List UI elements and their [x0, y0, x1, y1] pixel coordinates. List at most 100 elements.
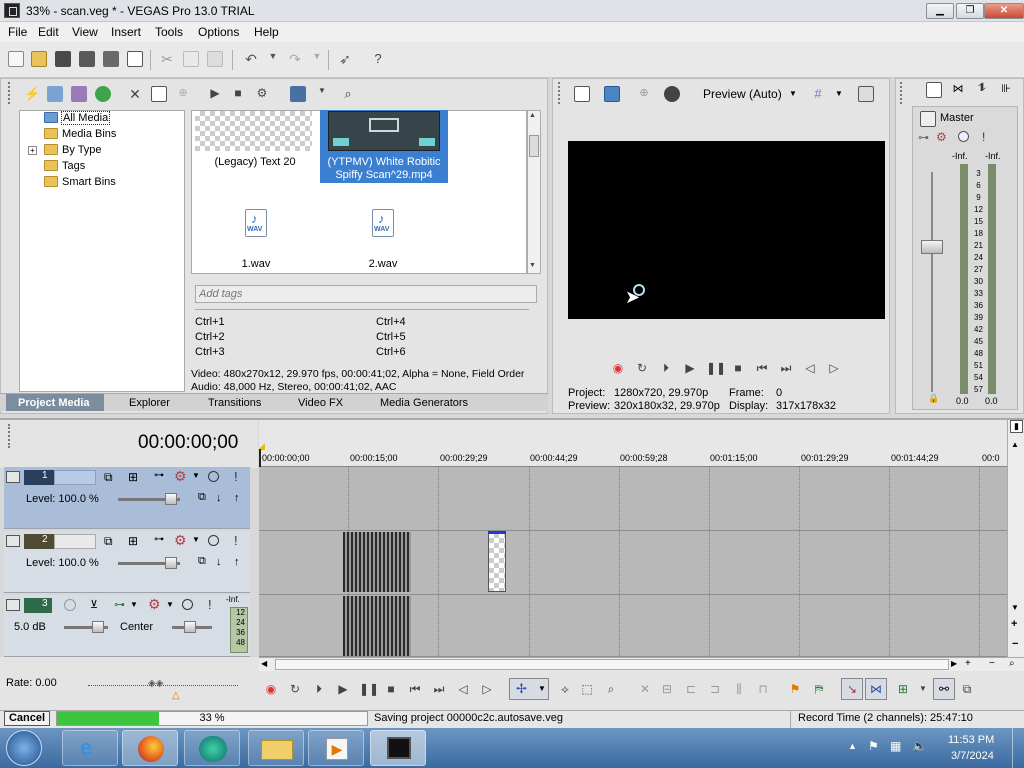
video-label-line1[interactable]: (YTPMV) White Robitic [320, 156, 448, 168]
fx-dropdown-icon[interactable]: ▼ [192, 535, 200, 544]
start-button[interactable] [6, 730, 42, 766]
views-dropdown-icon[interactable]: ▼ [314, 86, 330, 102]
taskbar-media-player[interactable]: ▶ [308, 730, 364, 766]
expand-by-type-icon[interactable]: + [28, 146, 37, 155]
cursor-icon[interactable]: ➶ [337, 51, 353, 67]
stop-preview-icon[interactable]: ■ [230, 86, 246, 102]
mute-icon[interactable] [208, 471, 219, 482]
scroll-right-icon[interactable]: ▶ [951, 659, 957, 668]
mixer-route-icon[interactable]: ⋈ [950, 82, 966, 98]
loop-playback-icon[interactable]: ↻ [287, 681, 303, 697]
scroll-down-icon[interactable]: ▼ [529, 262, 536, 269]
copy-icon[interactable] [183, 51, 199, 67]
track-automation-icon[interactable]: ⊶ [114, 598, 125, 611]
whats-this-icon[interactable]: ? [370, 51, 386, 67]
play-icon[interactable]: ▶ [682, 360, 698, 376]
track-motion-icon[interactable]: ⧉ [104, 534, 113, 549]
track-minimize-icon[interactable] [6, 599, 20, 611]
clock-date[interactable]: 3/7/2024 [951, 750, 994, 762]
properties-icon[interactable] [127, 51, 143, 67]
track-motion-icon[interactable]: ⧉ [104, 470, 113, 485]
master-fader-track[interactable] [931, 172, 933, 392]
fx-dropdown-icon[interactable]: ▼ [192, 471, 200, 480]
mute-icon[interactable] [182, 599, 193, 610]
minimize-button[interactable]: ▁ [926, 3, 954, 19]
start-preview-icon[interactable]: ▶ [207, 86, 223, 102]
action-center-flag-icon[interactable]: ⚑ [868, 739, 879, 753]
scroll-up-icon[interactable]: ▲ [1011, 440, 1019, 449]
track-minimize-icon[interactable] [6, 535, 20, 547]
go-to-start-icon[interactable]: ⏮ [407, 681, 423, 697]
vegas-app-icon[interactable] [4, 3, 20, 18]
overlays-icon[interactable]: # [810, 86, 826, 102]
menu-options[interactable]: Options [198, 25, 239, 39]
track-name-field[interactable] [54, 470, 96, 485]
redo-icon[interactable]: ↷ [287, 51, 303, 67]
solo-icon[interactable]: ! [234, 533, 238, 548]
next-frame-icon[interactable]: ▷ [479, 681, 495, 697]
capture-video-icon[interactable] [47, 86, 63, 102]
wav2-label[interactable]: 2.wav [357, 258, 409, 270]
envelope-tool-icon[interactable]: ⟡ [557, 681, 573, 697]
selection-tool-icon[interactable]: ⬚ [579, 681, 595, 697]
web-media-icon[interactable] [95, 86, 111, 102]
tree-item-smart-bins[interactable]: Smart Bins [62, 176, 116, 188]
go-to-start-icon[interactable]: ⏮ [754, 360, 770, 376]
preview-quality-label[interactable]: Preview (Auto) [703, 87, 782, 101]
mixer-downmix-icon[interactable]: ⥮ [974, 82, 990, 98]
timeline-hscroll[interactable]: ◀ ▶ + − ⌕ [259, 657, 1024, 671]
track-name-field[interactable] [54, 534, 96, 549]
tray-expand-icon[interactable]: ▲ [848, 741, 857, 751]
audio-fx-icon[interactable]: ⚙ [148, 596, 161, 613]
network-icon[interactable]: ▦ [890, 739, 901, 753]
auto-ripple-icon[interactable]: ⊞ [895, 681, 911, 697]
play-from-start-icon[interactable]: ⏵ [311, 681, 327, 697]
scroll-thumb[interactable] [529, 135, 539, 157]
clock-time[interactable]: 11:53 PM [948, 734, 994, 746]
video-label-line2[interactable]: Spiffy Scan^29.mp4 [320, 169, 448, 181]
external-monitor-icon[interactable] [604, 86, 620, 102]
menu-insert[interactable]: Insert [111, 25, 141, 39]
save-icon[interactable] [55, 51, 71, 67]
shortcut-ctrl3[interactable]: Ctrl+3 [195, 346, 225, 358]
video-clip-track2[interactable] [343, 532, 411, 592]
track-fx-chain-icon[interactable]: ⚙ [174, 468, 187, 485]
mixer-channels-icon[interactable]: ⊪ [998, 82, 1014, 98]
media-list-scrollbar[interactable]: ▲ ▼ [527, 110, 541, 274]
zoom-in-vertical-icon[interactable]: + [1011, 618, 1017, 630]
master-automation-icon[interactable]: ⊶ [918, 131, 929, 144]
zoom-out-time-icon[interactable]: − [989, 658, 995, 669]
next-frame-icon[interactable]: ▷ [826, 360, 842, 376]
wav-file-icon[interactable] [372, 209, 394, 237]
tab-project-media[interactable]: Project Media [6, 394, 104, 411]
preview-quality-dropdown-icon[interactable]: ▼ [789, 89, 797, 98]
stop-icon[interactable]: ■ [383, 681, 399, 697]
shortcut-ctrl6[interactable]: Ctrl+6 [376, 346, 406, 358]
mixer-properties-icon[interactable] [926, 82, 942, 98]
timeline-vscroll[interactable]: ▮ ▲ ▼ + − [1007, 420, 1024, 657]
video-thumbnail[interactable] [328, 111, 440, 151]
track-list-icon[interactable]: ▮ [1010, 420, 1023, 433]
composite-child-icon[interactable]: ⧉ [198, 491, 206, 504]
composite-child-icon[interactable]: ⧉ [198, 555, 206, 568]
open-icon[interactable] [31, 51, 47, 67]
shortcut-ctrl1[interactable]: Ctrl+1 [195, 316, 225, 328]
track-minimize-icon[interactable] [6, 471, 20, 483]
search-icon[interactable]: ⌕ [340, 86, 356, 102]
volume-slider-knob[interactable] [92, 621, 104, 633]
snapping-icon[interactable]: ↘ [841, 678, 863, 700]
close-button[interactable]: ✕ [984, 3, 1024, 19]
render-as-icon[interactable] [103, 51, 119, 67]
play-from-start-icon[interactable]: ⏵ [658, 360, 674, 376]
pan-slider-knob[interactable] [184, 621, 196, 633]
overlays-dropdown-icon[interactable]: ▼ [835, 89, 843, 98]
track-number[interactable]: 1 [24, 470, 54, 485]
tree-item-all-media[interactable]: All Media [61, 111, 111, 125]
auto-crossfade-icon[interactable]: ⋈ [865, 678, 887, 700]
legacy-text-thumbnail[interactable] [195, 111, 312, 151]
taskbar-internet-explorer[interactable]: e [62, 730, 118, 766]
shortcut-ctrl4[interactable]: Ctrl+4 [376, 316, 406, 328]
loop-playback-icon[interactable]: ↻ [634, 360, 650, 376]
tab-explorer[interactable]: Explorer [129, 397, 170, 409]
master-fx-icon[interactable]: ⚙ [936, 130, 947, 144]
